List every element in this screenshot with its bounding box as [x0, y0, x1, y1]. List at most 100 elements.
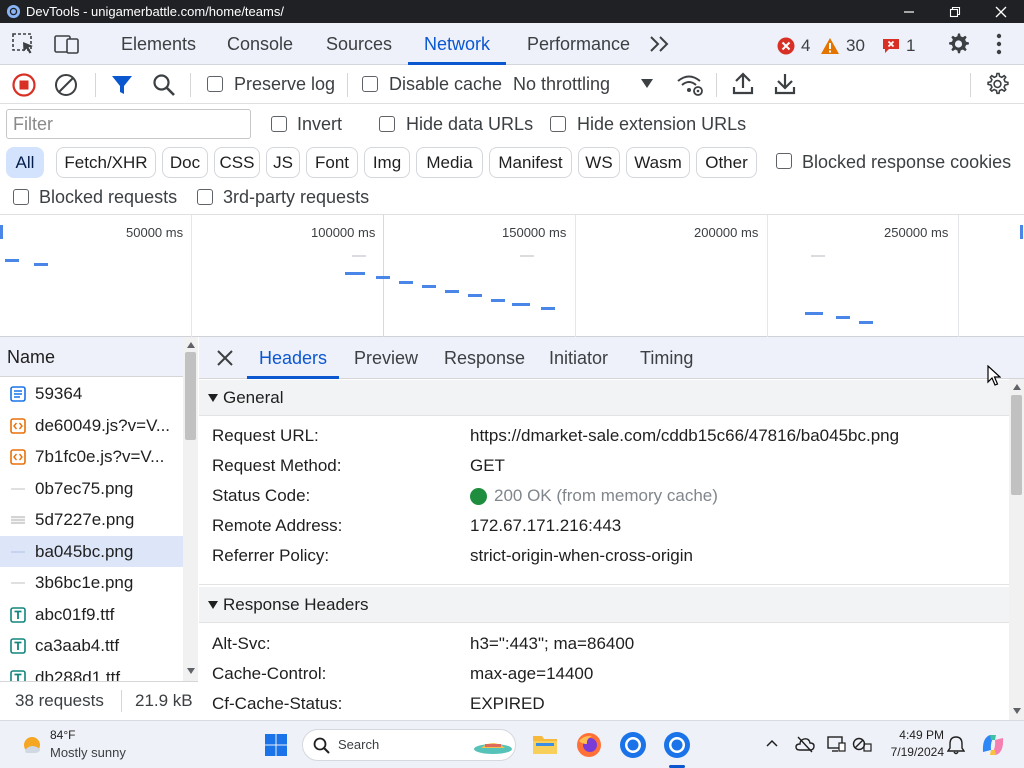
overview-right-handle[interactable]	[1020, 225, 1023, 239]
more-tabs-chevron-icon[interactable]	[649, 35, 671, 53]
request-row[interactable]: 7b1fc0e.js?v=V...	[0, 441, 183, 473]
restore-button[interactable]	[932, 0, 978, 23]
chrome-icon[interactable]	[619, 731, 647, 759]
error-count[interactable]: 4	[777, 36, 810, 56]
hide-extension-urls-label[interactable]: Hide extension URLs	[577, 114, 746, 135]
clock-time[interactable]: 4:49 PM	[884, 728, 944, 742]
dropdown-caret-icon[interactable]	[641, 79, 653, 89]
tab-headers[interactable]: Headers	[246, 337, 340, 379]
minimize-button[interactable]	[886, 0, 932, 23]
blocked-requests-label[interactable]: Blocked requests	[39, 187, 177, 208]
details-scrollbar[interactable]	[1009, 379, 1024, 720]
type-filter-ws[interactable]: WS	[578, 147, 620, 178]
tab-response[interactable]: Response	[444, 337, 525, 379]
record-stop-icon[interactable]	[12, 73, 36, 97]
weather-sun-icon[interactable]	[20, 733, 44, 757]
windows-start-icon[interactable]	[264, 733, 288, 757]
overview-left-handle[interactable]	[0, 225, 3, 239]
header-key: Remote Address:	[212, 516, 343, 535]
preserve-log-checkbox[interactable]	[207, 76, 223, 92]
general-section-header[interactable]: General	[199, 380, 1009, 416]
weather-temperature[interactable]: 84°F	[50, 728, 75, 742]
type-filter-css[interactable]: CSS	[214, 147, 260, 178]
clear-icon[interactable]	[54, 73, 78, 97]
type-filter-wasm[interactable]: Wasm	[626, 147, 690, 178]
device-toolbar-icon[interactable]	[54, 33, 80, 55]
request-row[interactable]: 5d7227e.png	[0, 504, 183, 536]
request-row-selected[interactable]: ba045bc.png	[0, 535, 183, 567]
request-row[interactable]: abc01f9.ttf	[0, 599, 183, 631]
third-party-requests-label[interactable]: 3rd-party requests	[223, 187, 369, 208]
invert-checkbox[interactable]	[271, 116, 287, 132]
scrollbar-thumb[interactable]	[1011, 395, 1022, 495]
export-har-download-icon[interactable]	[774, 72, 796, 96]
type-filter-fetch-xhr[interactable]: Fetch/XHR	[56, 147, 156, 178]
blocked-response-cookies-checkbox[interactable]	[776, 153, 792, 169]
tab-sources[interactable]: Sources	[326, 23, 392, 65]
chrome-devtools-icon[interactable]	[663, 731, 691, 759]
type-filter-media[interactable]: Media	[416, 147, 483, 178]
clock-date[interactable]: 7/19/2024	[878, 745, 944, 759]
tab-timing[interactable]: Timing	[640, 337, 693, 379]
warning-count[interactable]: 30	[820, 36, 865, 56]
type-filter-other[interactable]: Other	[696, 147, 757, 178]
hide-extension-urls-checkbox[interactable]	[550, 116, 566, 132]
request-list-scrollbar[interactable]	[183, 337, 198, 681]
invert-label[interactable]: Invert	[297, 114, 342, 135]
network-settings-gear-icon[interactable]	[985, 72, 1009, 96]
filter-input[interactable]	[6, 109, 251, 139]
request-row[interactable]: 3b6bc1e.png	[0, 567, 183, 599]
more-options-icon[interactable]	[996, 33, 1002, 55]
request-row[interactable]: db288d1.ttf	[0, 662, 183, 681]
remote-address-value: 172.67.171.216:443	[470, 516, 622, 535]
scrollbar-thumb[interactable]	[185, 352, 196, 440]
copilot-icon[interactable]	[980, 732, 1006, 758]
blocked-response-cookies-label[interactable]: Blocked response cookies	[802, 152, 1011, 173]
notification-bell-icon[interactable]	[947, 735, 965, 755]
show-hidden-icons-chevron-icon[interactable]	[766, 739, 778, 747]
tab-initiator[interactable]: Initiator	[549, 337, 608, 379]
weather-description[interactable]: Mostly sunny	[50, 745, 126, 760]
disable-cache-label[interactable]: Disable cache	[389, 74, 502, 95]
throttling-select[interactable]: No throttling	[513, 74, 610, 95]
type-filter-js[interactable]: JS	[266, 147, 300, 178]
request-row[interactable]: ca3aab4.ttf	[0, 630, 183, 662]
tab-performance[interactable]: Performance	[527, 23, 630, 65]
response-headers-section-header[interactable]: Response Headers	[199, 587, 1009, 623]
tab-preview[interactable]: Preview	[354, 337, 418, 379]
type-filter-font[interactable]: Font	[306, 147, 358, 178]
network-wifi-icon[interactable]	[852, 735, 872, 753]
issues-count[interactable]: 1	[882, 36, 915, 56]
file-explorer-icon[interactable]	[532, 732, 558, 756]
firefox-icon[interactable]	[576, 732, 602, 758]
taskbar-search-box[interactable]: Search	[302, 729, 516, 761]
type-filter-manifest[interactable]: Manifest	[489, 147, 572, 178]
import-har-upload-icon[interactable]	[732, 72, 754, 96]
request-row[interactable]: 0b7ec75.png	[0, 473, 183, 505]
blocked-requests-checkbox[interactable]	[13, 189, 29, 205]
settings-gear-icon[interactable]	[946, 32, 970, 56]
request-row[interactable]: 59364	[0, 378, 183, 410]
request-row[interactable]: de60049.js?v=V...	[0, 410, 183, 442]
tab-network[interactable]: Network	[407, 23, 507, 65]
close-details-icon[interactable]	[216, 349, 234, 367]
display-icon[interactable]	[826, 735, 846, 753]
cloud-offline-icon[interactable]	[795, 735, 815, 753]
preserve-log-label[interactable]: Preserve log	[234, 74, 335, 95]
filter-funnel-icon[interactable]	[111, 74, 133, 96]
hide-data-urls-label[interactable]: Hide data URLs	[406, 114, 533, 135]
inspect-element-icon[interactable]	[12, 33, 36, 55]
name-column-header[interactable]: Name	[7, 347, 55, 368]
tab-elements[interactable]: Elements	[121, 23, 196, 65]
network-overview-timeline[interactable]: 50000 ms 100000 ms 150000 ms 200000 ms 2…	[0, 215, 1024, 337]
type-filter-all[interactable]: All	[6, 147, 44, 178]
type-filter-doc[interactable]: Doc	[162, 147, 208, 178]
third-party-requests-checkbox[interactable]	[197, 189, 213, 205]
network-conditions-icon[interactable]	[676, 73, 704, 97]
close-window-button[interactable]	[978, 0, 1024, 23]
hide-data-urls-checkbox[interactable]	[379, 116, 395, 132]
search-icon[interactable]	[152, 73, 176, 97]
tab-console[interactable]: Console	[227, 23, 293, 65]
disable-cache-checkbox[interactable]	[362, 76, 378, 92]
type-filter-img[interactable]: Img	[364, 147, 410, 178]
